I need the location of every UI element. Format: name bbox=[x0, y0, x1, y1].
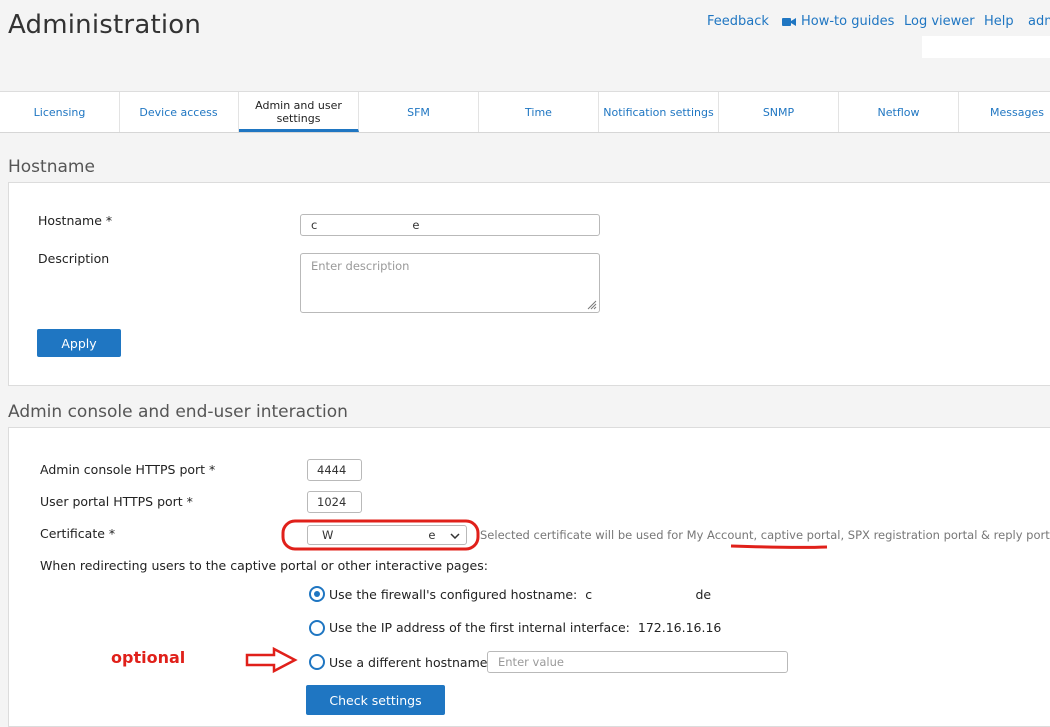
feedback-link[interactable]: Feedback bbox=[707, 14, 769, 29]
video-camera-icon bbox=[782, 17, 796, 26]
certificate-label: Certificate * bbox=[40, 526, 116, 541]
tab-admin-user-settings[interactable]: Admin and user settings bbox=[239, 92, 359, 132]
description-label: Description bbox=[38, 251, 110, 266]
how-to-guides-link[interactable]: How-to guides bbox=[782, 14, 894, 29]
different-hostname-placeholder: Enter value bbox=[498, 655, 564, 669]
admin-panel: Admin console HTTPS port * 4444 User por… bbox=[8, 427, 1050, 727]
certificate-hint: Selected certificate will be used for My… bbox=[480, 528, 1050, 542]
hostname-input[interactable]: c e bbox=[300, 214, 600, 236]
tab-device-access[interactable]: Device access bbox=[119, 92, 239, 132]
admin-section-title: Admin console and end-user interaction bbox=[8, 402, 348, 422]
tab-snmp[interactable]: SNMP bbox=[719, 92, 839, 132]
help-link[interactable]: Help bbox=[984, 14, 1014, 29]
tab-time[interactable]: Time bbox=[479, 92, 599, 132]
option-ip-address-label: Use the IP address of the first internal… bbox=[329, 620, 630, 635]
resize-handle-icon[interactable] bbox=[587, 300, 597, 310]
log-viewer-link[interactable]: Log viewer bbox=[904, 14, 975, 29]
tab-netflow[interactable]: Netflow bbox=[839, 92, 959, 132]
page-title: Administration bbox=[8, 10, 202, 40]
admin-user-menu[interactable]: adm bbox=[1028, 14, 1050, 29]
check-settings-button[interactable]: Check settings bbox=[306, 685, 445, 715]
redirect-label: When redirecting users to the captive po… bbox=[40, 558, 488, 573]
header-blank-area bbox=[922, 36, 1050, 58]
description-textarea[interactable]: Enter description bbox=[300, 253, 600, 313]
radio-different-hostname[interactable] bbox=[309, 654, 325, 670]
admin-port-input[interactable]: 4444 bbox=[307, 459, 362, 481]
radio-configured-hostname[interactable] bbox=[309, 586, 325, 602]
tab-licensing[interactable]: Licensing bbox=[0, 92, 120, 132]
how-to-guides-label: How-to guides bbox=[801, 14, 895, 29]
option-configured-hostname-label: Use the firewall's configured hostname: bbox=[329, 587, 578, 602]
radio-ip-address[interactable] bbox=[309, 620, 325, 636]
option-ip-address: Use the IP address of the first internal… bbox=[329, 620, 721, 635]
different-hostname-input[interactable]: Enter value bbox=[487, 651, 788, 673]
certificate-value: W e bbox=[322, 528, 436, 542]
option-different-hostname-label: Use a different hostname: bbox=[329, 655, 492, 670]
tab-bar: Licensing Device access Admin and user s… bbox=[0, 91, 1050, 133]
tab-sfm[interactable]: SFM bbox=[359, 92, 479, 132]
tab-messages[interactable]: Messages bbox=[959, 92, 1050, 132]
tab-notification-settings[interactable]: Notification settings bbox=[599, 92, 719, 132]
option-ip-address-value: 172.16.16.16 bbox=[637, 620, 722, 635]
certificate-select[interactable]: W e bbox=[307, 525, 467, 545]
user-port-input[interactable]: 1024 bbox=[307, 491, 362, 513]
admin-port-label: Admin console HTTPS port * bbox=[40, 462, 216, 477]
hostname-label: Hostname * bbox=[38, 213, 113, 228]
apply-button[interactable]: Apply bbox=[37, 329, 121, 357]
hostname-section-title: Hostname bbox=[8, 157, 95, 177]
user-port-label: User portal HTTPS port * bbox=[40, 494, 193, 509]
hostname-panel: Hostname * c e Description Enter descrip… bbox=[8, 182, 1050, 386]
description-placeholder: Enter description bbox=[311, 259, 410, 273]
optional-annotation: optional bbox=[111, 648, 186, 667]
option-configured-hostname: Use the firewall's configured hostname: … bbox=[329, 587, 711, 602]
option-configured-hostname-value: c de bbox=[585, 587, 712, 602]
chevron-down-icon bbox=[450, 533, 460, 539]
